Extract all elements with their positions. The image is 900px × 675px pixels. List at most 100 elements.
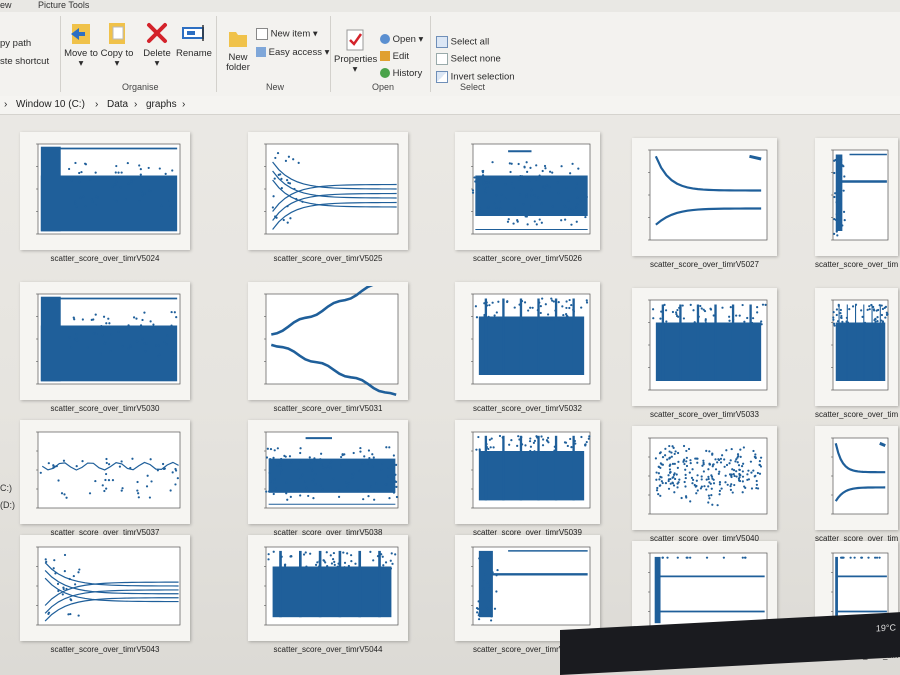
scatter-point — [585, 195, 588, 199]
scatter-point — [733, 483, 736, 487]
file-name[interactable]: scatter_score_over_timrV5031 — [248, 404, 408, 413]
breadcrumb-graphs[interactable]: graphs — [146, 96, 177, 114]
properties-button[interactable]: Properties ▾ — [334, 28, 377, 75]
file-thumbnail[interactable] — [815, 426, 898, 530]
file-thumbnail[interactable] — [455, 282, 600, 400]
scatter-point — [673, 477, 677, 481]
open-button[interactable]: Open ▾ — [380, 34, 423, 45]
breadcrumb-data[interactable]: Data — [107, 96, 128, 114]
scatter-point — [747, 478, 751, 481]
select-all-button[interactable]: Select all — [436, 36, 489, 48]
file-thumbnail[interactable] — [455, 420, 600, 524]
scatter-point — [47, 612, 50, 616]
scatter-point — [77, 571, 80, 574]
file-name[interactable]: scatter_score_over_timrV5032 — [455, 404, 600, 413]
file-thumbnail[interactable] — [632, 288, 777, 406]
file-thumbnail[interactable] — [455, 132, 600, 250]
scatter-point — [144, 350, 147, 353]
scatter-point — [477, 618, 481, 621]
scatter-point — [286, 221, 289, 224]
scatter-point — [113, 198, 117, 201]
file-thumbnail[interactable] — [20, 282, 190, 400]
file-thumbnail[interactable] — [248, 132, 408, 250]
scatter-point — [146, 474, 149, 477]
tab-view[interactable]: ew — [0, 0, 12, 10]
scatter-point — [741, 303, 744, 307]
scatter-point — [304, 480, 307, 483]
scatter-point — [136, 489, 139, 492]
file-thumbnail[interactable] — [815, 288, 898, 406]
address-bar[interactable]: › Window 10 (C:) › Data › graphs › — [0, 96, 900, 115]
file-name[interactable]: scatter_score_over_timrV5030 — [20, 404, 190, 413]
file-thumbnail[interactable] — [20, 132, 190, 250]
scatter-point — [565, 312, 568, 316]
scatter-point — [705, 449, 708, 452]
scatter-point — [269, 480, 272, 483]
file-name[interactable]: scatter_score_over_timrV5027 — [632, 260, 777, 269]
file-thumbnail[interactable] — [632, 138, 777, 256]
scatter-cluster — [572, 298, 575, 375]
scatter-point — [504, 183, 507, 186]
nav-item-d-drive[interactable]: (D:) — [0, 500, 15, 510]
scatter-point — [88, 492, 92, 495]
file-name[interactable]: scatter_score_over_timrV5033 — [632, 410, 777, 419]
file-thumbnail[interactable] — [20, 535, 190, 641]
scatter-point — [740, 464, 744, 468]
file-name[interactable]: scatter_score_over_timrV5028 — [815, 260, 898, 269]
file-name[interactable]: scatter_score_over_timrV5025 — [248, 254, 408, 263]
file-thumbnail[interactable] — [248, 420, 408, 524]
new-folder-button[interactable]: New folder — [220, 26, 256, 73]
tab-picture-tools[interactable]: Picture Tools — [38, 0, 89, 10]
file-name[interactable]: scatter_score_over_timrV5044 — [248, 645, 408, 654]
copy-to-button[interactable]: Copy to ▾ — [100, 20, 134, 69]
edit-button[interactable]: Edit — [380, 51, 409, 62]
scatter-point — [570, 223, 573, 226]
scatter-point — [267, 558, 270, 561]
scatter-point — [568, 306, 571, 310]
breadcrumb-drive[interactable]: Window 10 (C:) — [16, 96, 85, 114]
weather-temperature[interactable]: 19°C — [876, 622, 896, 633]
new-item-button[interactable]: New item ▾ — [256, 28, 318, 40]
scatter-point — [523, 301, 527, 304]
scatter-point — [316, 561, 319, 564]
file-thumbnail[interactable] — [632, 426, 777, 530]
scatter-point — [491, 571, 494, 574]
file-name[interactable]: scatter_score_over_timrV5026 — [455, 254, 600, 263]
scatter-point — [269, 457, 272, 461]
nav-item-c-drive[interactable]: C:) — [0, 483, 12, 493]
scatter-point — [343, 566, 346, 569]
rename-button[interactable]: Rename — [176, 20, 212, 59]
easy-access-button[interactable]: Easy access ▾ — [256, 47, 329, 58]
file-name[interactable]: scatter_score_over_timrV5024 — [20, 254, 190, 263]
scatter-point — [835, 313, 838, 317]
delete-button[interactable]: Delete ▾ — [140, 20, 174, 69]
file-thumbnail[interactable] — [815, 138, 898, 256]
file-thumbnail[interactable] — [20, 420, 190, 524]
scatter-point — [105, 487, 108, 490]
file-thumbnail[interactable] — [248, 282, 408, 400]
scatter-point — [359, 469, 362, 472]
scatter-point — [542, 451, 545, 454]
scatter-point — [359, 446, 362, 450]
scatter-point — [496, 568, 499, 572]
scatter-cluster — [40, 175, 178, 232]
scatter-point — [305, 486, 308, 490]
file-thumbnail[interactable] — [248, 535, 408, 641]
scatter-preview — [264, 286, 399, 396]
scatter-point — [287, 155, 291, 158]
scatter-point — [495, 311, 498, 314]
scatter-point — [69, 612, 72, 616]
scatter-point — [673, 472, 676, 475]
scatter-point — [135, 340, 139, 343]
file-name[interactable]: scatter_score_over_timrV5034 — [815, 410, 898, 419]
file-thumbnail[interactable] — [455, 535, 600, 641]
history-button[interactable]: History — [380, 68, 422, 79]
file-name[interactable]: scatter_score_over_timrV5043 — [20, 645, 190, 654]
copy-path-button[interactable]: py path — [0, 38, 31, 49]
select-none-button[interactable]: Select none — [436, 53, 501, 65]
scatter-point — [478, 207, 482, 210]
scatter-point — [75, 205, 78, 208]
scatter-point — [77, 614, 80, 617]
move-to-button[interactable]: Move to ▾ — [64, 20, 98, 69]
paste-shortcut-button[interactable]: ste shortcut — [0, 56, 49, 67]
